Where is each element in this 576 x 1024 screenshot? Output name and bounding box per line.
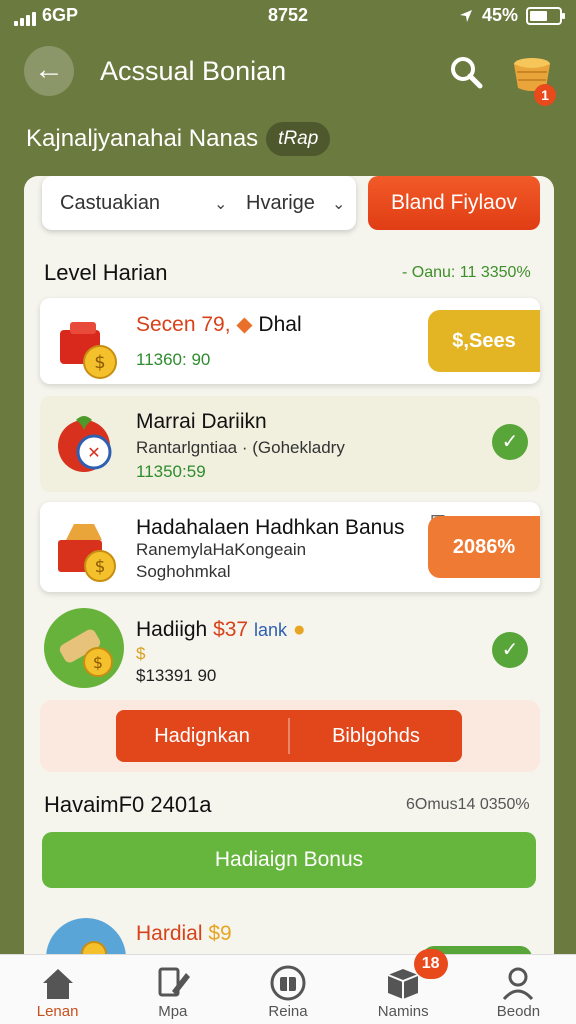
item-title: Hadahalaen Hadhkan Banus [136,516,405,539]
subtitle-chip[interactable]: tRap [266,122,331,156]
item-title: Secen 79, ◆ Dhal [136,312,302,337]
bottom-nav: Lenan Mpa Reina Namins 18 Beodn [0,949,576,1024]
section-title-level: Level Harian [44,260,168,285]
main-panel: Castuakian ⌄ Hvarige ⌄ Bland Fiylaov Lev… [24,176,554,1024]
svg-text:✕: ✕ [87,443,100,462]
item-title-main: Hardial [136,922,203,945]
item-title: Hardial $9 [136,922,232,946]
nav-label: Namins [377,1003,429,1020]
filter-box: Castuakian ⌄ Hvarige ⌄ [42,176,356,230]
filter-dropdown-2[interactable]: Hvarige [246,192,315,215]
nav-badge: 18 [413,949,448,979]
reward-card[interactable]: $ Hadiigh $37 lank ● $ $13391 90 ✓ [40,604,540,694]
item-subtitle: RanemylaHaKongeain [136,540,307,559]
item-subtitle-2: Soghohmkal [136,562,231,581]
battery-label: 45% [481,5,518,25]
section-meta-level: - Oanu: 11 3350% [402,264,531,281]
location-icon [459,9,472,22]
item-subtitle: Rantarlgntiaa · (Gohekladry [136,438,345,457]
treasure-box-icon: $ [58,524,116,582]
item-badge[interactable]: 2086% [428,516,540,578]
claim-area: Hadignkan Biblgohds [40,700,540,772]
item-subtitle: $ [136,644,146,663]
bonus-button[interactable]: Hadiaign Bonus [42,832,536,888]
subtitle-row: Kajnaljyanahai Nanas tRap [26,122,331,156]
item-title-highlight: $37 [213,618,249,641]
user-icon [503,967,534,1001]
status-bar: 6GP 8752 45% [0,0,576,32]
svg-text:$: $ [95,557,106,577]
item-title: Marrai Dariikn [136,410,267,433]
nav-missions[interactable]: Namins 18 [346,949,461,1024]
svg-text:$: $ [93,653,103,672]
item-price: $13391 90 [136,666,217,685]
nav-label: Beodn [496,1003,541,1020]
subtitle-text: Kajnaljyanahai Nanas [26,125,259,152]
item-title-main: Hadiigh [136,618,208,641]
scroll-coin-icon: $ [44,608,124,688]
arrow-left-icon: ← [34,53,64,86]
home-icon [42,969,73,999]
item-title-suffix: Dhal [258,313,302,336]
claim-button-left[interactable]: Hadignkan [116,710,288,762]
nav-label: Reina [268,1003,308,1020]
item-title: Hadiigh $37 lank ● [136,618,306,642]
reward-card[interactable]: $ Hadahalaen Hadhkan Banus ⚄ RanemylaHaK… [40,502,540,592]
item-price: 11350:59 [136,462,206,481]
item-badge[interactable]: $,Sees [428,310,540,372]
pin-icon: ◆ [236,313,253,336]
chevron-down-icon[interactable]: ⌄ [214,194,227,214]
filter-dropdown-1[interactable]: Castuakian [60,192,160,215]
nav-profile[interactable]: Beodn [461,955,576,1024]
pencil-icon [158,967,190,997]
check-icon: ✓ [492,424,528,460]
item-title-highlight: Secen 79, [136,313,231,336]
section-meta-2: 6Omus14 0350% [406,796,530,813]
page-title: Acssual Bonian [100,56,287,86]
app-header: ← Acssual Bonian 1 [0,40,576,106]
nav-label: Lenan [36,1003,79,1020]
item-price: 11360: 90 [136,350,211,369]
claim-button-right[interactable]: Biblgohds [290,710,462,762]
status-right: 45% [458,5,565,26]
coin-icon: ● [292,618,306,641]
nav-label: Mpa [158,1003,188,1020]
nav-reward[interactable]: Reina [230,955,345,1024]
claim-button[interactable]: Hadignkan Biblgohds [116,710,462,762]
item-title-highlight: $9 [208,922,232,945]
chevron-down-icon[interactable]: ⌄ [332,194,345,214]
nav-home[interactable]: Lenan [0,955,115,1024]
battery-icon [526,6,565,25]
cart-badge: 1 [534,84,556,106]
search-icon[interactable] [448,54,484,90]
nav-map[interactable]: Mpa [115,955,230,1024]
section-title-2: HavaimF0 2401a [44,792,212,817]
tomato-coin-icon: ✕ [58,416,112,472]
gift-icon [270,965,306,1001]
back-button[interactable]: ← [24,46,74,96]
action-button[interactable]: Bland Fiylaov [368,176,540,230]
check-icon: ✓ [492,632,528,668]
gift-bag-icon: $ [60,322,117,379]
svg-text:$: $ [94,352,105,373]
reward-card[interactable]: ✕ Marrai Dariikn Rantarlgntiaa · (Gohekl… [40,396,540,492]
item-title-suffix: lank [253,620,287,640]
reward-card[interactable]: $ Secen 79, ◆ Dhal 11360: 90 $,Sees [40,298,540,384]
